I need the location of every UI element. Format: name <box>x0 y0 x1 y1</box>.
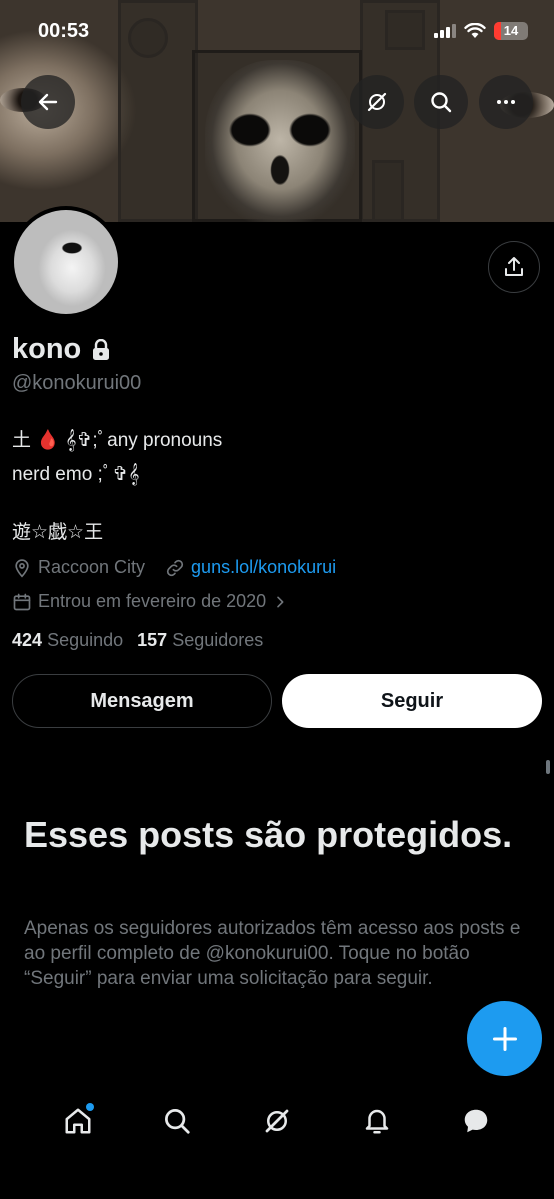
location-pin-icon <box>15 558 29 578</box>
lock-icon <box>93 338 110 360</box>
avatar-image <box>14 210 118 314</box>
bell-icon <box>365 1109 388 1134</box>
share-icon <box>505 257 523 276</box>
profile-bio: 土 🩸 𝄞✞;ﾟany pronouns nerd emo ;ﾟ✞𝄞 <box>12 430 223 485</box>
profile-joined-row[interactable]: Entrou em fevereiro de 2020 <box>12 591 288 612</box>
search-button[interactable] <box>414 75 468 129</box>
message-button[interactable]: Mensagem <box>12 674 272 728</box>
following-label: Seguindo <box>47 630 124 650</box>
grok-button[interactable] <box>350 75 404 129</box>
profile-joined-date: Entrou em fevereiro de 2020 <box>38 591 267 611</box>
profile-bio-extra: 遊☆戯☆王 <box>12 522 104 543</box>
more-button[interactable] <box>479 75 533 129</box>
scroll-indicator[interactable] <box>546 760 550 774</box>
following-count: 424 <box>12 630 43 650</box>
more-icon <box>497 100 515 104</box>
chevron-right-icon <box>277 596 284 607</box>
back-button[interactable] <box>21 75 75 129</box>
wifi-icon <box>464 23 486 38</box>
profile-name: kono <box>12 333 82 365</box>
status-time: 00:53 <box>38 20 90 42</box>
profile-name-row: kono <box>12 333 111 366</box>
profile-website-link[interactable]: guns.lol/konokurui <box>191 557 336 578</box>
profile-avatar[interactable] <box>10 206 122 318</box>
nav-home[interactable] <box>50 1093 106 1149</box>
nav-messages[interactable] <box>448 1093 504 1149</box>
share-profile-button[interactable] <box>488 241 540 293</box>
calendar-icon <box>13 593 31 610</box>
profile-location: Raccoon City <box>38 557 146 577</box>
plus-icon <box>492 1026 517 1051</box>
bottom-navigation <box>0 1090 554 1152</box>
battery-level: 14 <box>503 23 519 38</box>
compose-post-button[interactable] <box>467 1001 542 1076</box>
followers-stat[interactable]: 157 Seguidores <box>137 630 263 651</box>
search-icon <box>431 92 452 113</box>
protected-posts-title: Esses posts são protegidos. <box>24 814 513 855</box>
nav-grok[interactable] <box>249 1093 305 1149</box>
followers-label: Seguidores <box>172 630 264 650</box>
chat-bubble-icon <box>464 1109 488 1133</box>
search-icon <box>165 1109 191 1134</box>
grok-icon <box>265 1109 289 1133</box>
following-stat[interactable]: 424 Seguindo <box>12 630 123 651</box>
profile-handle: @konokurui00 <box>12 372 142 394</box>
followers-count: 157 <box>137 630 168 650</box>
protected-posts-description: Apenas os seguidores autorizados têm ace… <box>24 918 521 989</box>
nav-notifications[interactable] <box>349 1093 405 1149</box>
status-icons: 14 <box>434 22 528 40</box>
cellular-signal-icon <box>434 24 456 38</box>
profile-meta-row: Raccoon City guns.lol/konokurui <box>12 557 336 578</box>
arrow-left-icon <box>38 93 58 111</box>
follow-stats: 424 Seguindo 157 Seguidores <box>12 630 263 651</box>
link-icon <box>166 559 184 576</box>
grok-icon <box>367 92 387 112</box>
battery-icon: 14 <box>494 22 528 40</box>
notification-dot <box>85 1103 94 1111</box>
nav-search[interactable] <box>149 1093 205 1149</box>
follow-button[interactable]: Seguir <box>282 674 542 728</box>
